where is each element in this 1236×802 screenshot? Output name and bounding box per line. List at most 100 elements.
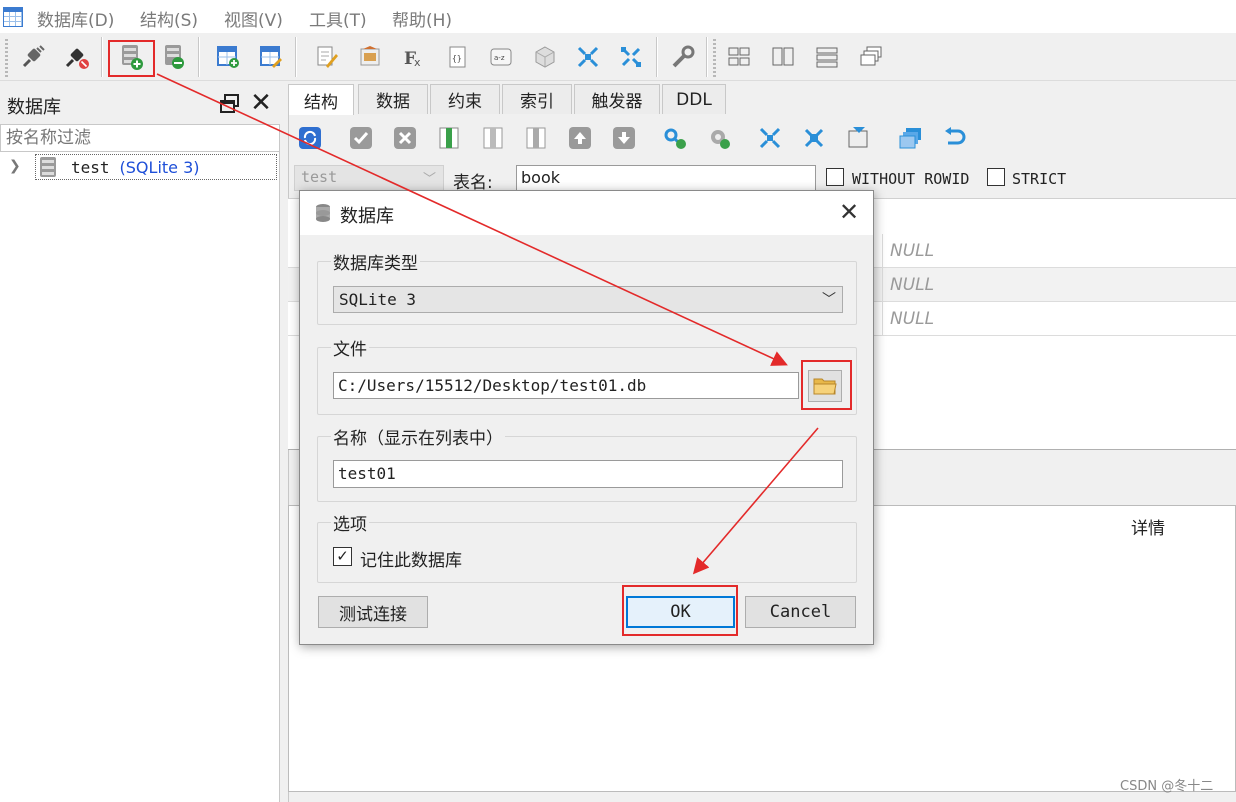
table-schema-value: test	[301, 168, 338, 186]
dock-close-icon[interactable]: ✕	[249, 90, 273, 116]
export-table-icon[interactable]	[845, 125, 871, 151]
refresh-icon[interactable]	[297, 125, 323, 151]
svg-text:x: x	[414, 56, 421, 69]
database-name-input[interactable]: test01	[333, 460, 843, 488]
menu-help[interactable]: 帮助(H)	[392, 6, 452, 31]
without-rowid-checkbox[interactable]	[826, 168, 844, 186]
tab-constraints[interactable]: 约束	[430, 84, 500, 114]
menu-structure[interactable]: 结构(S)	[140, 6, 198, 31]
database-dialog: 数据库 ✕ 数据库类型 SQLite 3 ﹀ 文件 C:/Users/15512…	[299, 190, 874, 645]
menu-tools[interactable]: 工具(T)	[309, 6, 367, 31]
populate-table-icon[interactable]	[898, 125, 924, 151]
create-table-icon[interactable]	[213, 42, 243, 72]
config-wrench-icon[interactable]	[668, 42, 698, 72]
tile-vertical-icon[interactable]	[812, 42, 842, 72]
dock-title: 数据库	[7, 97, 61, 118]
table-schema-combo: test ﹀	[294, 165, 444, 191]
tree-node[interactable]: test (SQLite 3)	[35, 154, 277, 180]
cell-divider	[882, 268, 883, 302]
cell-divider	[882, 302, 883, 336]
menu-bar: 数据库(D) 结构(S) 视图(V) 工具(T) 帮助(H)	[0, 0, 1236, 33]
function-fx-icon[interactable]: Fx	[399, 42, 429, 72]
tab-data[interactable]: 数据	[358, 84, 428, 114]
create-similar-icon[interactable]	[757, 125, 783, 151]
cancel-button[interactable]: Cancel	[745, 596, 856, 628]
edit-table-icon[interactable]	[256, 42, 286, 72]
add-constraint-gear-icon[interactable]	[706, 125, 732, 151]
null-cell: NULL	[890, 275, 935, 295]
remember-database-label: 记住此数据库	[360, 551, 462, 571]
database-type-value: SQLite 3	[339, 290, 417, 309]
tile-horizontal-icon[interactable]	[768, 42, 798, 72]
strict-label: STRICT	[1012, 170, 1067, 188]
details-column-header: 详情	[1131, 519, 1165, 539]
toolbar-separator	[656, 37, 658, 77]
highlight-ok-button	[622, 585, 738, 636]
edit-column-icon[interactable]	[480, 125, 506, 151]
watermark: CSDN @冬十二	[1120, 779, 1214, 794]
database-icon	[40, 157, 56, 177]
chevron-right-icon[interactable]: ❯	[9, 158, 21, 174]
schema-shrink-icon[interactable]	[573, 42, 603, 72]
menu-view[interactable]: 视图(V)	[224, 6, 283, 31]
disconnect-plug-icon[interactable]	[62, 42, 92, 72]
highlight-add-database	[108, 40, 155, 77]
dock-header: 数据库 ✕	[0, 84, 280, 124]
view-icon[interactable]	[356, 42, 386, 72]
tab-indexes[interactable]: 索引	[502, 84, 572, 114]
highlight-browse-button	[801, 360, 852, 410]
reset-autoincrement-icon[interactable]	[801, 125, 827, 151]
null-cell: NULL	[890, 241, 935, 261]
tree-database-type: (SQLite 3)	[119, 157, 200, 177]
collation-icon[interactable]: a-z	[486, 42, 516, 72]
cascade-windows-icon[interactable]	[856, 42, 886, 72]
chevron-down-icon: ﹀	[422, 172, 436, 187]
connect-plug-icon[interactable]	[18, 42, 48, 72]
name-group-title: 名称（显示在列表中）	[331, 424, 505, 449]
file-group-title: 文件	[331, 335, 369, 360]
tab-ddl[interactable]: DDL	[662, 84, 726, 114]
dialog-close-icon[interactable]: ✕	[836, 199, 862, 225]
rollback-x-icon[interactable]	[392, 125, 418, 151]
menu-database[interactable]: 数据库(D)	[37, 6, 114, 31]
table-name-input[interactable]: book	[516, 165, 816, 191]
schema-expand-icon[interactable]	[616, 42, 646, 72]
tab-triggers[interactable]: 触发器	[574, 84, 660, 114]
undo-arrow-icon[interactable]	[942, 125, 968, 151]
without-rowid-label: WITHOUT ROWID	[852, 170, 970, 188]
add-primary-key-icon[interactable]	[662, 125, 688, 151]
extension-cube-icon[interactable]	[530, 42, 560, 72]
commit-check-icon[interactable]	[348, 125, 374, 151]
remove-database-icon[interactable]	[159, 42, 189, 72]
add-column-icon[interactable]	[436, 125, 462, 151]
svg-text:{}: {}	[452, 54, 462, 63]
null-cell: NULL	[890, 309, 935, 329]
strict-checkbox[interactable]	[987, 168, 1005, 186]
databases-dock: 数据库 ✕ ❯ test (SQLite 3)	[0, 84, 280, 802]
db-type-group-title: 数据库类型	[331, 249, 420, 274]
toolbar-grip[interactable]	[5, 37, 8, 77]
move-down-icon[interactable]	[611, 125, 637, 151]
database-type-select[interactable]: SQLite 3 ﹀	[333, 286, 843, 313]
remember-database-checkbox[interactable]: ✓	[333, 547, 352, 566]
tree-item-database[interactable]: ❯ test (SQLite 3)	[0, 152, 280, 182]
toolbar-grip[interactable]	[713, 37, 716, 77]
svg-text:a-z: a-z	[494, 54, 505, 62]
tab-structure[interactable]: 结构	[288, 84, 354, 115]
tree-database-name: test	[71, 157, 110, 177]
edit-object-icon[interactable]	[312, 42, 342, 72]
move-up-icon[interactable]	[567, 125, 593, 151]
database-stack-icon	[316, 204, 330, 222]
app-table-icon	[3, 7, 23, 27]
filter-by-name-input[interactable]	[0, 124, 280, 152]
tile-windows-icon[interactable]	[724, 42, 754, 72]
dialog-titlebar: 数据库 ✕	[300, 191, 873, 235]
dock-float-icon[interactable]	[219, 94, 240, 114]
sql-editor-icon[interactable]: {}	[443, 42, 473, 72]
test-connection-button[interactable]: 测试连接	[318, 596, 428, 628]
chevron-down-icon: ﹀	[822, 292, 836, 308]
file-path-input[interactable]: C:/Users/15512/Desktop/test01.db	[333, 372, 799, 399]
dialog-title: 数据库	[340, 206, 394, 227]
delete-column-icon[interactable]	[523, 125, 549, 151]
options-group-title: 选项	[331, 510, 369, 535]
